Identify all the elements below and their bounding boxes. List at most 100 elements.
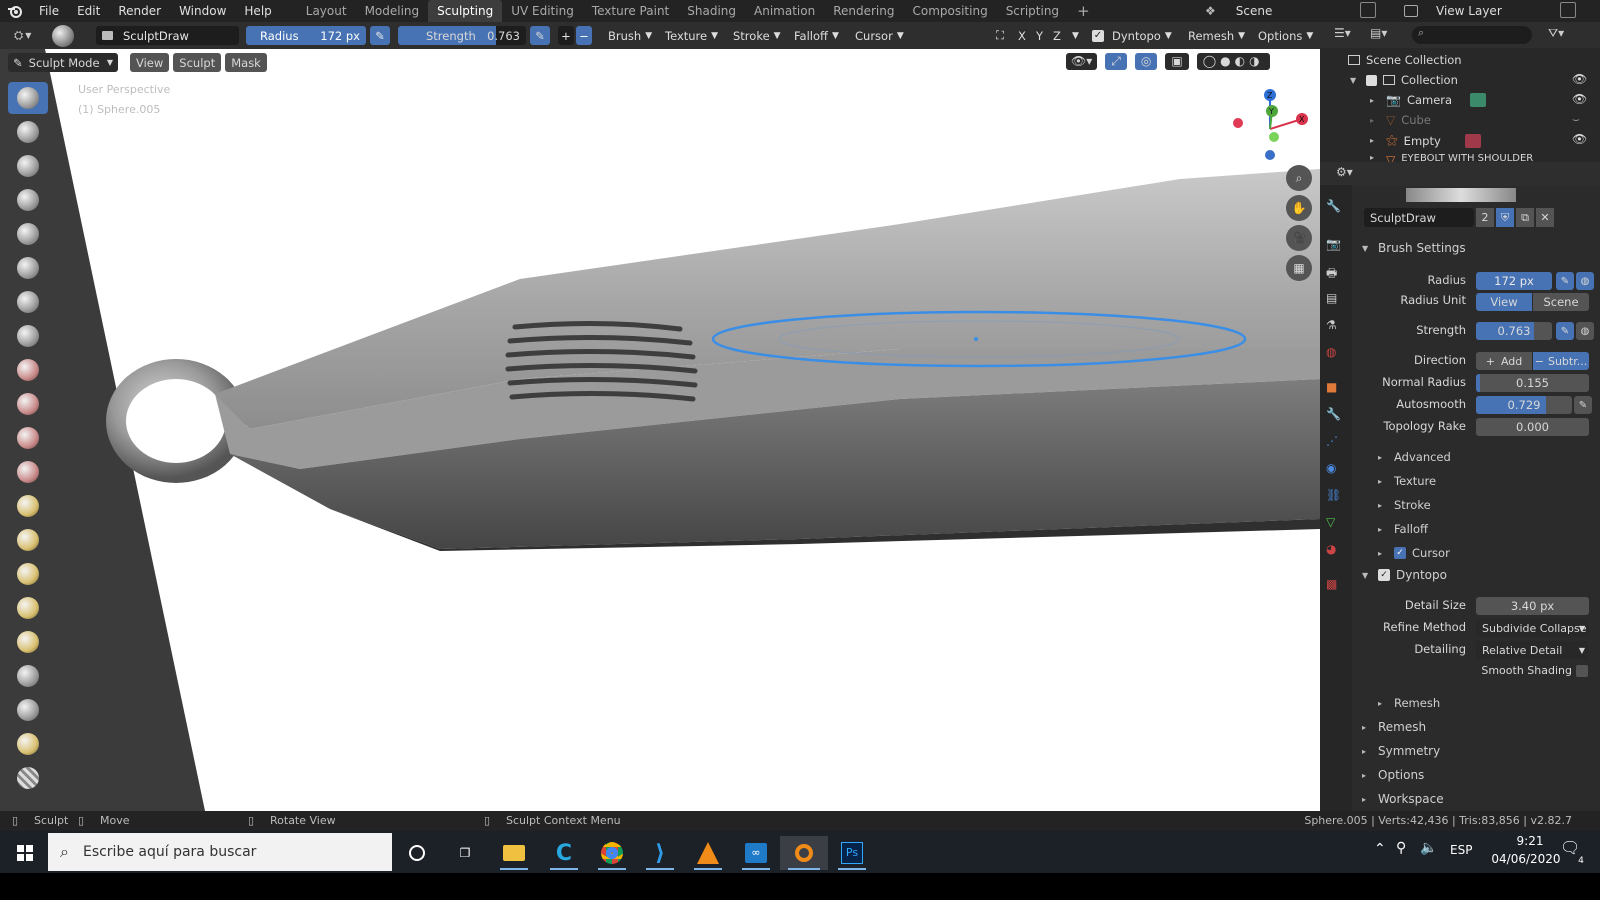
sculpt-menu[interactable]: Sculpt xyxy=(173,53,222,72)
tool-thumb[interactable] xyxy=(8,626,48,658)
tool-elastic[interactable] xyxy=(8,558,48,590)
chrome-icon[interactable] xyxy=(588,836,636,870)
filter-icon[interactable]: ⛛▾ xyxy=(1548,26,1564,41)
mask-menu[interactable]: Mask xyxy=(225,53,267,72)
tab-shading[interactable]: Shading xyxy=(678,0,745,22)
tool-multires[interactable] xyxy=(8,762,48,794)
view-layer-selector[interactable]: View Layer xyxy=(1404,0,1502,22)
scene-collection-row[interactable]: Scene Collection xyxy=(1348,53,1462,67)
tab-data-icon[interactable]: ▽ xyxy=(1326,515,1335,529)
symmetry-x-button[interactable]: X xyxy=(1018,26,1026,45)
tab-layout[interactable]: Layout xyxy=(297,0,356,22)
tab-particles-icon[interactable]: ⋰ xyxy=(1326,434,1338,448)
xray-toggle-icon[interactable]: ▣ xyxy=(1165,53,1189,70)
tool-draw-sharp[interactable] xyxy=(8,116,48,148)
eye-icon[interactable]: 👁 xyxy=(1572,72,1587,86)
detail-size-field[interactable]: 3.40 px xyxy=(1476,597,1589,615)
windows-start-icon[interactable] xyxy=(8,838,42,868)
dyntopo-remesh-subpanel[interactable]: ▸ Remesh xyxy=(1378,696,1440,710)
scene-selector[interactable]: ❖ Scene xyxy=(1205,0,1272,22)
outliner-search[interactable]: ⌕ xyxy=(1412,26,1532,44)
options-menu[interactable]: Options ▼ xyxy=(1258,26,1313,45)
collection-row[interactable]: ▼ Collection xyxy=(1350,73,1458,87)
tab-sculpting[interactable]: Sculpting xyxy=(428,0,503,22)
outliner-editor-type[interactable]: ☰▾ xyxy=(1334,26,1351,40)
detailing-dropdown[interactable]: Relative Detail ▼ xyxy=(1476,641,1589,659)
properties-editor-type[interactable]: ⚙▾ xyxy=(1336,165,1353,179)
menu-file[interactable]: File xyxy=(30,4,68,18)
vscode-icon[interactable]: ⟩ xyxy=(636,836,684,870)
editor-type-button[interactable]: ⛭ ▼ xyxy=(8,26,38,45)
dyntopo-toggle[interactable]: ✓ Dyntopo ▼ xyxy=(1092,26,1172,45)
shading-modes[interactable]: ◯●◐◑ xyxy=(1196,53,1270,70)
texture-subpanel[interactable]: ▸ Texture xyxy=(1378,474,1436,488)
tool-pinch[interactable] xyxy=(8,490,48,522)
tab-scripting[interactable]: Scripting xyxy=(997,0,1068,22)
brush-preview-icon[interactable] xyxy=(52,25,74,47)
tool-snake-hook[interactable] xyxy=(8,592,48,624)
symmetry-z-button[interactable]: Z xyxy=(1053,26,1061,45)
clock-time[interactable]: 9:21 xyxy=(1500,834,1560,848)
radius-pressure-icon[interactable]: ✎ xyxy=(1556,272,1574,290)
mode-selector[interactable]: ✎ Sculpt Mode ▼ xyxy=(8,53,118,72)
refine-method-dropdown[interactable]: Subdivide Collapse ▼ xyxy=(1476,619,1589,637)
dyntopo-header[interactable]: ▼ ✓ Dyntopo xyxy=(1362,568,1447,582)
clock-date[interactable]: 04/06/2020 xyxy=(1486,852,1566,866)
symmetry-dropdown[interactable]: ▼ xyxy=(1068,26,1079,45)
cursor-subpanel[interactable]: ▸ ✓ Cursor xyxy=(1378,546,1450,560)
collection-checkbox[interactable] xyxy=(1366,74,1377,86)
3d-viewport[interactable]: ✎ Sculpt Mode ▼ View Sculpt Mask User Pe… xyxy=(0,49,1320,811)
tool-layer[interactable] xyxy=(8,218,48,250)
remesh-menu[interactable]: Remesh ▼ xyxy=(1188,26,1245,45)
outliner-item-cube[interactable]: ▸ ▽ Cube xyxy=(1370,113,1431,127)
new-view-layer-icon[interactable] xyxy=(1560,2,1576,18)
brush-users-count[interactable]: 2 xyxy=(1476,208,1494,227)
show-hidden-icons[interactable]: ⌃ xyxy=(1374,841,1386,857)
cursor-menu[interactable]: Cursor ▼ xyxy=(855,26,904,45)
brush-name-field[interactable]: SculptDraw xyxy=(96,26,239,45)
radius-pressure-toggle[interactable]: ✎ xyxy=(370,26,390,45)
advanced-subpanel[interactable]: ▸ Advanced xyxy=(1378,450,1451,464)
direction-subtract-option[interactable]: − Subtr... xyxy=(1533,352,1589,370)
volume-icon[interactable]: 🔈 xyxy=(1420,840,1437,856)
tool-nudge[interactable] xyxy=(8,694,48,726)
ortho-toggle-icon[interactable]: ▦ xyxy=(1286,255,1312,281)
tool-flatten[interactable] xyxy=(8,388,48,420)
tab-tool-icon[interactable]: 🔧 xyxy=(1326,199,1341,213)
normal-radius-field[interactable]: 0.155 xyxy=(1476,374,1589,392)
workspace-panel[interactable]: ▸ Workspace xyxy=(1362,792,1444,806)
tab-constraints-icon[interactable]: ⛓ xyxy=(1326,488,1341,502)
stroke-subpanel[interactable]: ▸ Stroke xyxy=(1378,498,1431,512)
strength-unified-icon[interactable]: ◍ xyxy=(1576,322,1594,340)
tool-smooth[interactable] xyxy=(8,354,48,386)
view-menu[interactable]: View xyxy=(130,53,170,72)
vlc-icon[interactable] xyxy=(684,836,732,870)
gizmo-toggle-icon[interactable]: ⤢ xyxy=(1105,53,1127,70)
symmetry-y-button[interactable]: Y xyxy=(1036,26,1043,45)
task-view-icon[interactable]: ❐ xyxy=(450,838,480,868)
brush-settings-header[interactable]: ▼ Brush Settings xyxy=(1362,241,1466,255)
taskbar-search-box[interactable]: ⌕ Escribe aquí para buscar xyxy=(48,833,392,871)
symmetry-panel[interactable]: ▸ Symmetry xyxy=(1362,744,1440,758)
tab-output-icon[interactable]: 🖶 xyxy=(1326,264,1337,285)
language-indicator[interactable]: ESP xyxy=(1450,843,1472,857)
radius-unit-scene-button[interactable]: Scene xyxy=(1533,293,1589,311)
tab-view-layer-icon[interactable]: ▤ xyxy=(1326,291,1337,305)
topology-rake-field[interactable]: 0.000 xyxy=(1476,418,1589,436)
remesh-panel[interactable]: ▸ Remesh xyxy=(1362,720,1426,734)
display-mode-icon[interactable]: ▤▾ xyxy=(1370,26,1387,40)
navigation-gizmo[interactable]: Z X Y xyxy=(1228,85,1308,165)
eye-closed-icon[interactable]: ⌣ xyxy=(1572,112,1580,127)
tool-clay-strips[interactable] xyxy=(8,184,48,216)
cursor-checkbox[interactable]: ✓ xyxy=(1394,547,1406,559)
network-icon[interactable]: ⚲ xyxy=(1396,840,1406,856)
camera-view-icon[interactable]: 🎥 xyxy=(1286,225,1312,251)
blender-logo-icon[interactable] xyxy=(0,0,30,22)
tab-material-icon[interactable]: ◕ xyxy=(1326,542,1336,556)
symmetry-icon[interactable]: ⛶ xyxy=(996,26,1004,45)
tool-clay[interactable] xyxy=(8,150,48,182)
strength-field[interactable]: 0.763 xyxy=(1476,322,1552,340)
pan-hand-icon[interactable]: ✋ xyxy=(1286,195,1312,221)
tool-fill[interactable] xyxy=(8,422,48,454)
photoshop-icon[interactable]: Ps xyxy=(828,836,876,870)
